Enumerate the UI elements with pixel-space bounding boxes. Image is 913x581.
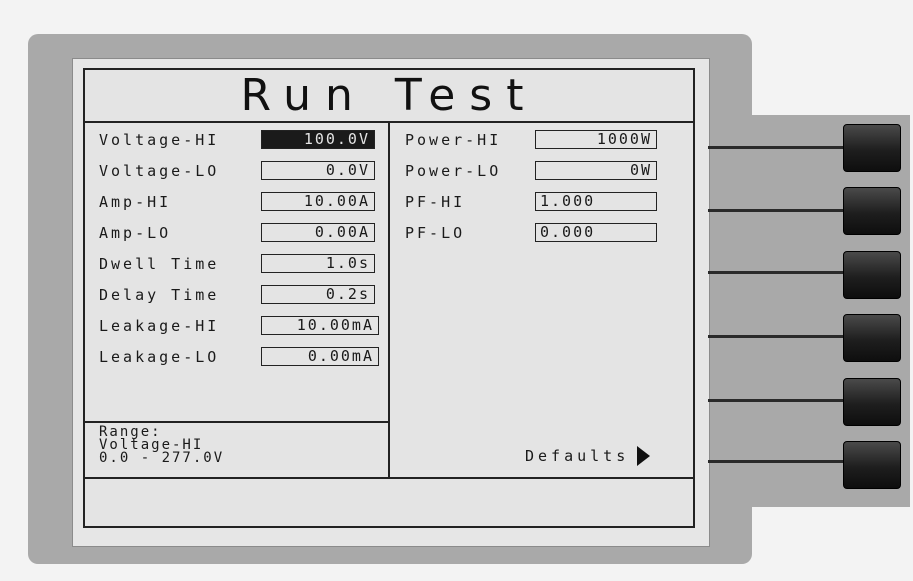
range-divider bbox=[85, 421, 390, 423]
softkey-4-wire bbox=[708, 335, 848, 338]
defaults-softkey-label[interactable]: Defaults bbox=[525, 446, 651, 466]
amp-hi-field[interactable]: 10.00A bbox=[261, 192, 375, 211]
param-label: Power-LO bbox=[405, 162, 502, 180]
softkey-6-wire bbox=[708, 460, 848, 463]
param-label: Power-HI bbox=[405, 131, 502, 149]
param-label: Voltage-LO bbox=[99, 162, 220, 180]
param-power-lo[interactable]: Power-LO bbox=[405, 160, 501, 182]
leakage-lo-field[interactable]: 0.00mA bbox=[261, 347, 379, 366]
softkey-4-button[interactable] bbox=[843, 314, 901, 362]
param-label: Voltage-HI bbox=[99, 131, 220, 149]
column-divider bbox=[388, 121, 390, 477]
param-leakage-lo[interactable]: Leakage-LO bbox=[99, 346, 219, 368]
softkey-3-wire bbox=[708, 271, 848, 274]
power-lo-field[interactable]: 0W bbox=[535, 161, 657, 180]
voltage-lo-field[interactable]: 0.0V bbox=[261, 161, 375, 180]
param-label: Amp-LO bbox=[99, 224, 172, 242]
tester-front-panel: Run Test Voltage-HI 100.0V Voltage-LO 0.… bbox=[0, 0, 913, 581]
softkey-1-button[interactable] bbox=[843, 124, 901, 172]
param-leakage-hi[interactable]: Leakage-HI bbox=[99, 315, 219, 337]
softkey-1-wire bbox=[708, 146, 848, 149]
param-amp-hi[interactable]: Amp-HI bbox=[99, 191, 171, 213]
softkey-2-wire bbox=[708, 209, 848, 212]
param-amp-lo[interactable]: Amp-LO bbox=[99, 222, 171, 244]
softkey-2-button[interactable] bbox=[843, 187, 901, 235]
param-power-hi[interactable]: Power-HI bbox=[405, 129, 501, 151]
softkey-5-button[interactable] bbox=[843, 378, 901, 426]
defaults-label: Defaults bbox=[525, 447, 630, 465]
dwell-time-field[interactable]: 1.0s bbox=[261, 254, 375, 273]
arrow-right-icon bbox=[637, 446, 651, 466]
delay-time-field[interactable]: 0.2s bbox=[261, 285, 375, 304]
pf-lo-field[interactable]: 0.000 bbox=[535, 223, 657, 242]
param-label: Leakage-LO bbox=[99, 348, 220, 366]
param-label: Dwell Time bbox=[99, 255, 220, 273]
range-info: Range: Voltage-HI 0.0 - 277.0V bbox=[99, 425, 225, 466]
param-label: Leakage-HI bbox=[99, 317, 220, 335]
param-dwell-time[interactable]: Dwell Time bbox=[99, 253, 219, 275]
param-label: PF-LO bbox=[405, 224, 466, 242]
param-label: Delay Time bbox=[99, 286, 220, 304]
page-title: Run Test bbox=[85, 70, 693, 123]
param-delay-time[interactable]: Delay Time bbox=[99, 284, 219, 306]
pf-hi-field[interactable]: 1.000 bbox=[535, 192, 657, 211]
softkey-6-button[interactable] bbox=[843, 441, 901, 489]
voltage-hi-field[interactable]: 100.0V bbox=[261, 130, 375, 149]
param-label: Amp-HI bbox=[99, 193, 172, 211]
amp-lo-field[interactable]: 0.00A bbox=[261, 223, 375, 242]
power-hi-field[interactable]: 1000W bbox=[535, 130, 657, 149]
run-test-screen: Run Test Voltage-HI 100.0V Voltage-LO 0.… bbox=[83, 68, 695, 528]
param-pf-lo[interactable]: PF-LO bbox=[405, 222, 465, 244]
footer-divider bbox=[85, 477, 693, 479]
param-pf-hi[interactable]: PF-HI bbox=[405, 191, 465, 213]
param-voltage-lo[interactable]: Voltage-LO bbox=[99, 160, 219, 182]
range-span: 0.0 - 277.0V bbox=[99, 450, 225, 466]
param-voltage-hi[interactable]: Voltage-HI bbox=[99, 129, 219, 151]
param-label: PF-HI bbox=[405, 193, 466, 211]
softkey-3-button[interactable] bbox=[843, 251, 901, 299]
leakage-hi-field[interactable]: 10.00mA bbox=[261, 316, 379, 335]
softkey-5-wire bbox=[708, 399, 848, 402]
